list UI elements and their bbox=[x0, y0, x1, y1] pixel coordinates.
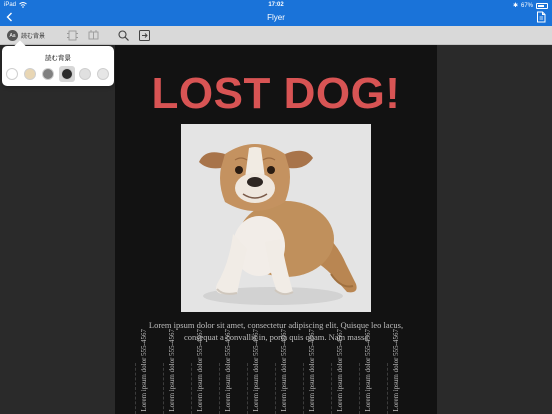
swatch-gray[interactable] bbox=[42, 68, 54, 80]
tear-tab-text: Lorem ipsum dolor 555-4567 bbox=[364, 329, 372, 412]
tear-tab-text: Lorem ipsum dolor 555-4567 bbox=[308, 329, 316, 412]
tear-tab-text: Lorem ipsum dolor 555-4567 bbox=[336, 329, 344, 412]
text-size-badge: Aa bbox=[7, 30, 18, 41]
tear-off-tabs: Lorem ipsum dolor 555-4567 Lorem ipsum d… bbox=[135, 329, 417, 414]
tear-tab: Lorem ipsum dolor 555-4567 bbox=[135, 329, 163, 414]
tear-tab-text: Lorem ipsum dolor 555-4567 bbox=[252, 329, 260, 412]
page-layout-icon[interactable] bbox=[66, 29, 79, 42]
flyer-headline: LOST DOG! bbox=[151, 69, 401, 118]
tear-tab-text: Lorem ipsum dolor 555-4567 bbox=[392, 329, 400, 412]
swatch-pale-gray[interactable] bbox=[97, 68, 109, 80]
tear-tab-text: Lorem ipsum dolor 555-4567 bbox=[168, 329, 176, 412]
swatch-sepia[interactable] bbox=[24, 68, 36, 80]
tear-tab: Lorem ipsum dolor 555-4567 bbox=[191, 329, 219, 414]
swatch-dark[interactable] bbox=[61, 68, 73, 80]
tear-tab: Lorem ipsum dolor 555-4567 bbox=[331, 329, 359, 414]
tear-tab: Lorem ipsum dolor 555-4567 bbox=[303, 329, 331, 414]
tear-tab-text: Lorem ipsum dolor 555-4567 bbox=[280, 329, 288, 412]
tear-tab: Lorem ipsum dolor 555-4567 bbox=[387, 329, 415, 414]
puppy-illustration bbox=[181, 124, 371, 312]
search-icon[interactable] bbox=[117, 29, 130, 42]
exit-icon[interactable] bbox=[138, 29, 151, 42]
bluetooth-icon: ✱ bbox=[512, 3, 518, 9]
reading-background-button[interactable]: Aa 読む背景 bbox=[6, 29, 49, 42]
reading-background-popover: 読む背景 bbox=[2, 46, 114, 86]
tear-tab: Lorem ipsum dolor 555-4567 bbox=[247, 329, 275, 414]
tear-tab-text: Lorem ipsum dolor 555-4567 bbox=[140, 329, 148, 412]
battery-icon bbox=[536, 2, 548, 9]
status-time: 17:02 bbox=[268, 2, 284, 8]
tear-tab: Lorem ipsum dolor 555-4567 bbox=[163, 329, 191, 414]
tear-tab: Lorem ipsum dolor 555-4567 bbox=[275, 329, 303, 414]
swatch-light-gray[interactable] bbox=[79, 68, 91, 80]
reading-background-label: 読む背景 bbox=[21, 34, 46, 40]
top-bar: iPad 17:02 ✱ 67% Flyer bbox=[0, 0, 552, 26]
battery-percent: 67% bbox=[520, 2, 533, 9]
status-bar: iPad 17:02 ✱ 67% bbox=[0, 0, 552, 10]
tear-tab: Lorem ipsum dolor 555-4567 bbox=[219, 329, 247, 414]
flyer-page: LOST DOG! Lorem ipsum dolor sit amet, co… bbox=[115, 45, 437, 414]
nav-title: Flyer bbox=[267, 13, 285, 22]
swatch-white[interactable] bbox=[6, 68, 18, 80]
toolbar: Aa 読む背景 bbox=[0, 26, 552, 45]
page-spread-icon[interactable] bbox=[87, 29, 100, 42]
popover-title: 読む背景 bbox=[45, 55, 71, 62]
flyer-body-text: Lorem ipsum dolor sit amet, consectetur … bbox=[148, 320, 404, 342]
document-icon[interactable] bbox=[535, 11, 547, 23]
tear-tab: Lorem ipsum dolor 555-4567 bbox=[359, 329, 387, 414]
status-right: ✱ 67% bbox=[513, 2, 548, 9]
tear-tab-text: Lorem ipsum dolor 555-4567 bbox=[224, 329, 232, 412]
tear-tab-text: Lorem ipsum dolor 555-4567 bbox=[196, 329, 204, 412]
dog-photo bbox=[181, 124, 371, 312]
